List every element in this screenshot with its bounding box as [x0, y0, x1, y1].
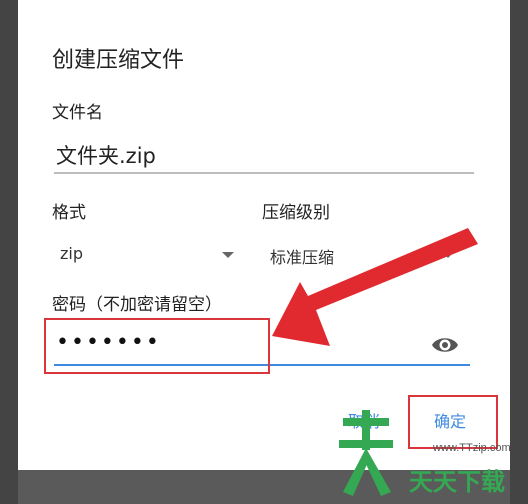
watermark-url: www.TTzip.com — [433, 442, 511, 454]
watermark-brand: 天天下载 — [409, 468, 505, 496]
watermark: www.TTzip.com 天天下载 — [335, 400, 525, 500]
